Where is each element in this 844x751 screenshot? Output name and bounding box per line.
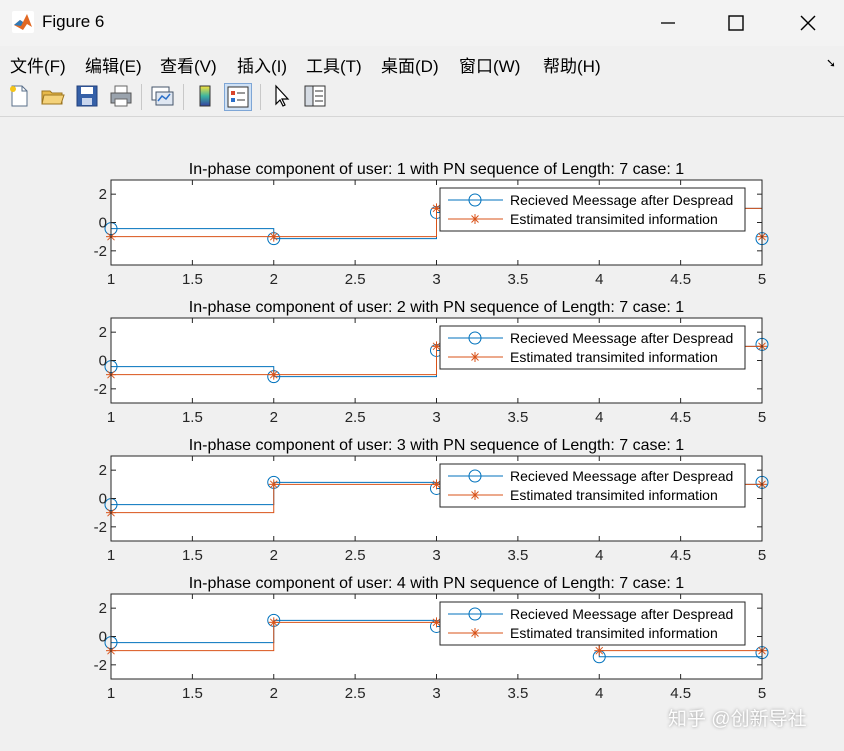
subplot-4-legend-label-2: Estimated transimited information <box>510 625 718 641</box>
subplot-3-ytick-label: -2 <box>94 519 107 536</box>
toolbar-separator <box>141 84 142 110</box>
minimize-icon[interactable] <box>648 8 688 38</box>
subplot-4-title: In-phase component of user: 4 with PN se… <box>189 575 685 592</box>
subplot-3-xtick-label: 4.5 <box>670 547 691 564</box>
subplot-4-xtick-label: 3.5 <box>507 685 528 702</box>
subplot-1-ytick-label: -2 <box>94 243 107 260</box>
subplot-3-xtick-label: 4 <box>595 547 603 564</box>
subplot-3-xtick-label: 2 <box>270 547 278 564</box>
subplot-4-xtick-label: 4.5 <box>670 685 691 702</box>
subplot-3-xtick-label: 2.5 <box>345 547 366 564</box>
subplot-2-xtick-label: 3.5 <box>507 409 528 426</box>
maximize-icon[interactable] <box>716 8 756 38</box>
subplot-1-xtick-label: 2.5 <box>345 271 366 288</box>
subplot-4-ytick-label: 0 <box>99 629 107 646</box>
toolbar <box>0 78 844 117</box>
subplot-1-legend-marker-2 <box>470 214 480 224</box>
toolbar-separator <box>260 84 261 110</box>
menu-help[interactable]: 帮助(H) <box>543 52 601 77</box>
subplot-1-xtick-label: 2 <box>270 271 278 288</box>
title-bar: Figure 6 <box>0 0 844 46</box>
subplot-2-legend-label-1: Recieved Meessage after Despread <box>510 330 733 346</box>
new-figure-icon[interactable] <box>6 83 32 109</box>
toolbar-separator <box>183 84 184 110</box>
subplot-4-xtick-label: 3 <box>432 685 440 702</box>
subplot-4-xtick-label: 2 <box>270 685 278 702</box>
subplot-2-legend-label-2: Estimated transimited information <box>510 349 718 365</box>
colorbar-icon[interactable] <box>192 83 218 109</box>
subplot-1-xtick-label: 4.5 <box>670 271 691 288</box>
subplot-4-xtick-label: 1.5 <box>182 685 203 702</box>
subplot-4-ytick-label: -2 <box>94 657 107 674</box>
subplot-4-xtick-label: 4 <box>595 685 603 702</box>
subplot-1-title: In-phase component of user: 1 with PN se… <box>189 161 685 178</box>
subplot-1-legend-label-2: Estimated transimited information <box>510 211 718 227</box>
print-icon[interactable] <box>108 83 134 109</box>
subplot-3-ytick-label: 0 <box>99 491 107 508</box>
subplot-2-xtick-label: 1 <box>107 409 115 426</box>
subplot-1-xtick-label: 5 <box>758 271 766 288</box>
subplot-2-ytick-label: 2 <box>99 324 107 341</box>
menu-file[interactable]: 文件(F) <box>10 52 66 77</box>
subplots: In-phase component of user: 1 with PN se… <box>94 161 769 702</box>
subplot-3-xtick-label: 1 <box>107 547 115 564</box>
subplot-3-xtick-label: 3.5 <box>507 547 528 564</box>
subplot-2-xtick-label: 2.5 <box>345 409 366 426</box>
subplot-4-series-2-point <box>594 645 605 656</box>
subplot-2-ytick-label: 0 <box>99 353 107 370</box>
close-icon[interactable] <box>788 8 828 38</box>
subplot-2-xtick-label: 3 <box>432 409 440 426</box>
menu-desktop[interactable]: 桌面(D) <box>381 52 439 77</box>
subplot-1-xtick-label: 3 <box>432 271 440 288</box>
subplot-3-ytick-label: 2 <box>99 462 107 479</box>
subplot-2-xtick-label: 4 <box>595 409 603 426</box>
subplot-3-legend-marker-2 <box>470 490 480 500</box>
save-icon[interactable] <box>74 83 100 109</box>
subplot-4-xtick-label: 5 <box>758 685 766 702</box>
window-title: Figure 6 <box>42 12 105 31</box>
subplot-2-xtick-label: 5 <box>758 409 766 426</box>
subplot-1-xtick-label: 4 <box>595 271 603 288</box>
subplot-2-xtick-label: 2 <box>270 409 278 426</box>
figure-canvas: In-phase component of user: 1 with PN se… <box>0 117 844 751</box>
open-folder-icon[interactable] <box>40 83 66 109</box>
subplot-2-legend-marker-2 <box>470 352 480 362</box>
subplot-1-xtick-label: 1 <box>107 271 115 288</box>
subplot-1-xtick-label: 3.5 <box>507 271 528 288</box>
matlab-logo-icon <box>12 11 34 33</box>
subplot-4-legend-label-1: Recieved Meessage after Despread <box>510 606 733 622</box>
subplot-3-xtick-label: 5 <box>758 547 766 564</box>
subplot-1-ytick-label: 0 <box>99 215 107 232</box>
link-plot-icon[interactable] <box>149 83 175 109</box>
subplot-4-legend-marker-2 <box>470 628 480 638</box>
subplot-2-xtick-label: 4.5 <box>670 409 691 426</box>
dock-arrow-icon[interactable]: ➘ <box>826 56 836 70</box>
menu-edit[interactable]: 编辑(E) <box>85 52 142 77</box>
menu-window[interactable]: 窗口(W) <box>459 52 520 77</box>
subplot-3-xtick-label: 1.5 <box>182 547 203 564</box>
subplot-2-xtick-label: 1.5 <box>182 409 203 426</box>
subplot-3-series-2-point <box>268 479 279 490</box>
subplot-3-xtick-label: 3 <box>432 547 440 564</box>
subplot-3-legend-label-1: Recieved Meessage after Despread <box>510 468 733 484</box>
watermark: 知乎 @创新导社 <box>668 709 807 730</box>
subplot-4-xtick-label: 2.5 <box>345 685 366 702</box>
menu-tools[interactable]: 工具(T) <box>306 52 362 77</box>
menu-bar: 文件(F) 编辑(E) 查看(V) 插入(I) 工具(T) 桌面(D) 窗口(W… <box>0 46 844 78</box>
legend-icon[interactable] <box>224 83 252 111</box>
subplot-3-title: In-phase component of user: 3 with PN se… <box>189 437 685 454</box>
subplot-2-series-2-point <box>268 369 279 380</box>
property-inspector-icon[interactable] <box>302 83 328 109</box>
menu-view[interactable]: 查看(V) <box>160 52 217 77</box>
subplot-4-ytick-label: 2 <box>99 600 107 617</box>
subplot-4-xtick-label: 1 <box>107 685 115 702</box>
subplot-2-ytick-label: -2 <box>94 381 107 398</box>
pointer-icon[interactable] <box>268 83 294 109</box>
subplot-2-title: In-phase component of user: 2 with PN se… <box>189 299 685 316</box>
subplot-1-ytick-label: 2 <box>99 186 107 203</box>
subplot-1-legend-label-1: Recieved Meessage after Despread <box>510 192 733 208</box>
menu-insert[interactable]: 插入(I) <box>237 52 287 77</box>
subplot-1-xtick-label: 1.5 <box>182 271 203 288</box>
subplot-3-legend-label-2: Estimated transimited information <box>510 487 718 503</box>
